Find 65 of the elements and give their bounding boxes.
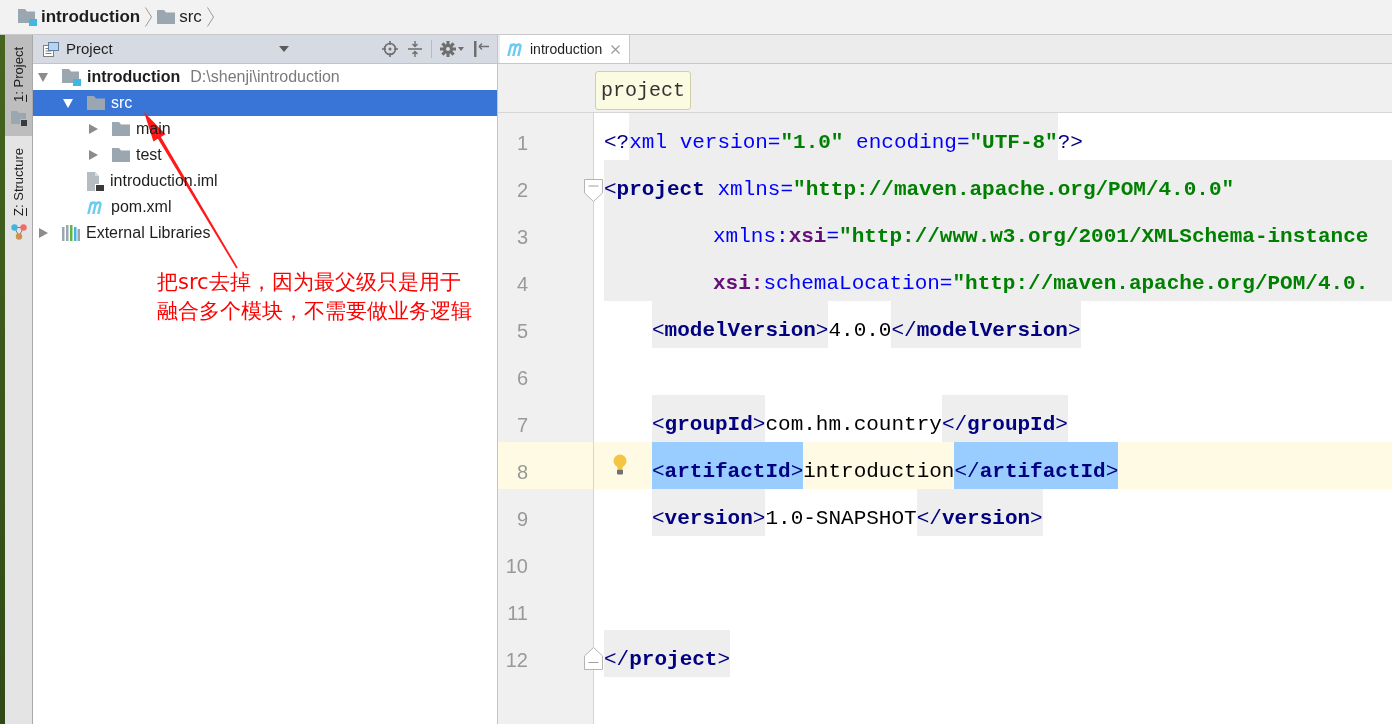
lightbulb-icon[interactable]: [613, 454, 627, 476]
crosshair-icon[interactable]: [382, 41, 398, 57]
code-line: <modelVersion>4.0.0</modelVersion>: [652, 301, 1081, 348]
code-line: </project>: [604, 630, 731, 677]
line-number: 6: [516, 365, 528, 390]
fold-marker-icon[interactable]: [584, 179, 603, 202]
breadcrumb-item[interactable]: project: [595, 71, 691, 110]
chevron-right-icon: [145, 7, 153, 27]
code-line: <version>1.0-SNAPSHOT</version>: [652, 489, 1043, 536]
tool-window-tab[interactable]: 1: Project: [5, 35, 32, 136]
collapse-icon[interactable]: [408, 41, 422, 57]
path-text: D:\shenji\introduction: [190, 67, 340, 87]
code-line: xsi:schemaLocation="http://maven.apache.org/POM/4.0.: [713, 270, 1369, 297]
line-number: 9: [516, 506, 528, 531]
line-number: 4: [516, 271, 528, 296]
caret-down-icon[interactable]: [279, 46, 289, 52]
code-line: <artifactId>introduction</artifactId>: [652, 442, 1119, 489]
module-folder-icon: [62, 68, 81, 86]
caret-down-icon[interactable]: [38, 72, 48, 82]
code-line: <?xml version="1.0" encoding="UTF-8"?>: [604, 113, 1083, 160]
tree-item[interactable]: src: [33, 90, 497, 116]
code-line: xmlns:xsi="http://www.w3.org/2001/XMLSchema-instance: [713, 223, 1369, 250]
line-number: 11: [507, 600, 528, 625]
folder-icon: [157, 10, 176, 24]
folder-icon: [112, 122, 130, 136]
structure-icon: [10, 223, 27, 240]
code-line: <groupId>com.hm.country</groupId>: [652, 395, 1068, 442]
settings-button[interactable]: [440, 41, 464, 57]
line-number: 1: [516, 130, 528, 155]
chevron-right-icon: [206, 7, 214, 27]
caret-down-icon[interactable]: [63, 98, 73, 108]
line-number: 2: [516, 177, 528, 202]
breadcrumb-item[interactable]: src: [157, 4, 202, 30]
file-icon: [87, 171, 104, 191]
line-number: 3: [516, 224, 528, 249]
tree-item[interactable]: introduction D:\shenji\introduction: [38, 64, 340, 90]
file-type-icon: [507, 42, 525, 56]
close-icon[interactable]: [611, 44, 621, 54]
line-number: 5: [516, 318, 528, 343]
tree-item[interactable]: pom.xml: [87, 194, 172, 220]
caret-down-icon: [458, 47, 464, 51]
editor-tab[interactable]: introduction: [500, 35, 631, 63]
settings-icon: [440, 41, 456, 57]
fold-marker-icon[interactable]: [584, 647, 603, 670]
line-number: 8: [516, 459, 528, 484]
folder-icon: [87, 96, 105, 110]
hide-panel-icon[interactable]: [474, 41, 489, 57]
caret-right-icon[interactable]: [89, 124, 98, 134]
line-number: 12: [505, 647, 528, 672]
module-folder-icon: [18, 8, 37, 26]
file-type-icon: [87, 200, 105, 214]
tree-item[interactable]: External Libraries: [38, 220, 211, 246]
caret-right-icon[interactable]: [39, 228, 48, 238]
caret-right-icon[interactable]: [89, 150, 98, 160]
libraries-icon: [62, 225, 80, 241]
tree-item[interactable]: test: [88, 142, 162, 168]
line-number: 7: [516, 412, 528, 437]
view-selector[interactable]: Project: [43, 37, 113, 61]
annotation-text: 把src去掉，因为最父级只是用于 融合多个模块，不需要做业务逻辑: [157, 269, 472, 325]
breadcrumb-item[interactable]: introduction: [18, 4, 141, 30]
folder-icon: [112, 148, 130, 162]
line-number: 10: [505, 553, 528, 578]
folder-icon: [10, 109, 27, 126]
code-line: <project xmlns="http://maven.apache.org/POM/4.0.0": [604, 176, 1235, 203]
project-view-icon: [43, 41, 59, 57]
